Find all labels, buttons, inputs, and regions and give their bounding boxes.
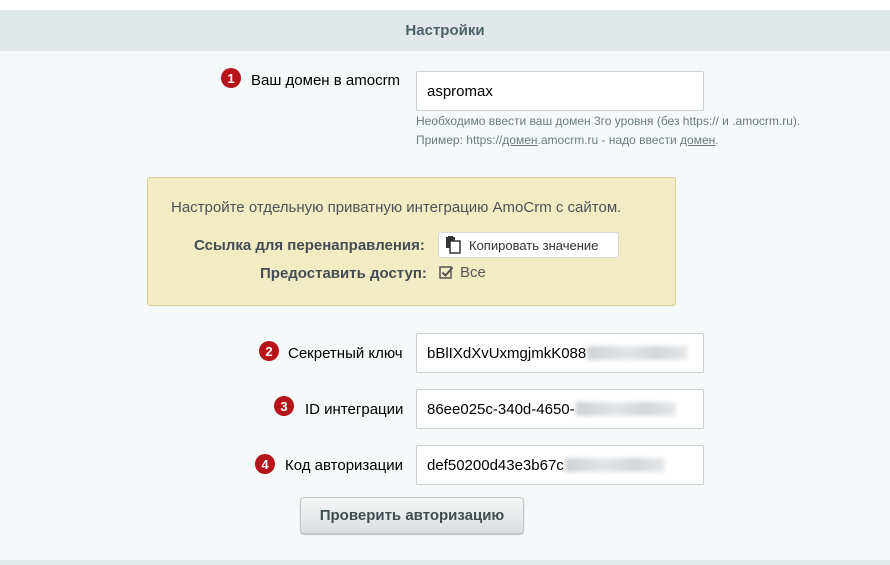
integration-id-value: 86ee025c-340d-4650- xyxy=(427,400,575,418)
verify-auth-button[interactable]: Проверить авторизацию xyxy=(300,497,524,534)
hint-suffix: . xyxy=(715,133,719,147)
copy-button-label: Копировать значение xyxy=(469,237,599,253)
notice-text: Настройте отдельную приватную интеграцию… xyxy=(171,199,622,216)
redacted-blur xyxy=(575,402,676,416)
secret-key-value: bBlIXdXvUxmgjmkK088 xyxy=(427,344,587,362)
step-badge-2: 2 xyxy=(259,341,279,361)
top-strip xyxy=(0,0,890,10)
secret-key-label: Секретный ключ xyxy=(288,345,403,362)
access-value: Все xyxy=(460,264,486,281)
auth-code-label: Код авторизации xyxy=(285,457,403,474)
copy-icon xyxy=(446,236,461,254)
hint-prefix: Пример: https:// xyxy=(416,133,503,147)
access-label: Предоставить доступ: xyxy=(260,265,427,282)
hint-domain-word: домен xyxy=(502,133,538,147)
settings-header: Настройки xyxy=(0,10,890,51)
bottom-divider xyxy=(0,560,890,565)
redacted-blur xyxy=(587,346,688,360)
hint-domain-word-2: домен xyxy=(680,133,716,147)
domain-hint-line1: Необходимо ввести ваш домен 3го уровня (… xyxy=(416,114,801,128)
redirect-label: Ссылка для перенаправления: xyxy=(194,237,425,254)
domain-input-value: aspromax xyxy=(427,82,493,100)
secret-key-input[interactable]: bBlIXdXvUxmgjmkK088 xyxy=(416,333,704,373)
domain-hint-line2: Пример: https://домен.amocrm.ru - надо в… xyxy=(416,131,800,150)
step-badge-1: 1 xyxy=(221,68,241,88)
step-badge-4: 4 xyxy=(255,454,275,474)
integration-notice: Настройте отдельную приватную интеграцию… xyxy=(147,177,676,306)
auth-code-input[interactable]: def50200d43e3b67c xyxy=(416,445,704,485)
auth-code-value: def50200d43e3b67c xyxy=(427,456,564,474)
step-badge-3: 3 xyxy=(274,396,294,416)
domain-input[interactable]: aspromax xyxy=(416,71,704,111)
access-checkbox[interactable]: Все xyxy=(439,264,486,281)
page-title: Настройки xyxy=(405,22,485,39)
integration-id-input[interactable]: 86ee025c-340d-4650- xyxy=(416,389,704,429)
domain-hint: Необходимо ввести ваш домен 3го уровня (… xyxy=(416,112,800,150)
hint-middle: .amocrm.ru - надо ввести xyxy=(537,133,681,147)
checkbox-checked-icon xyxy=(439,266,454,279)
redacted-blur xyxy=(564,458,665,472)
copy-value-button[interactable]: Копировать значение xyxy=(438,232,619,258)
domain-label: Ваш домен в amocrm xyxy=(251,72,401,89)
verify-button-label: Проверить авторизацию xyxy=(319,507,505,524)
integration-id-label: ID интеграции xyxy=(305,401,404,418)
